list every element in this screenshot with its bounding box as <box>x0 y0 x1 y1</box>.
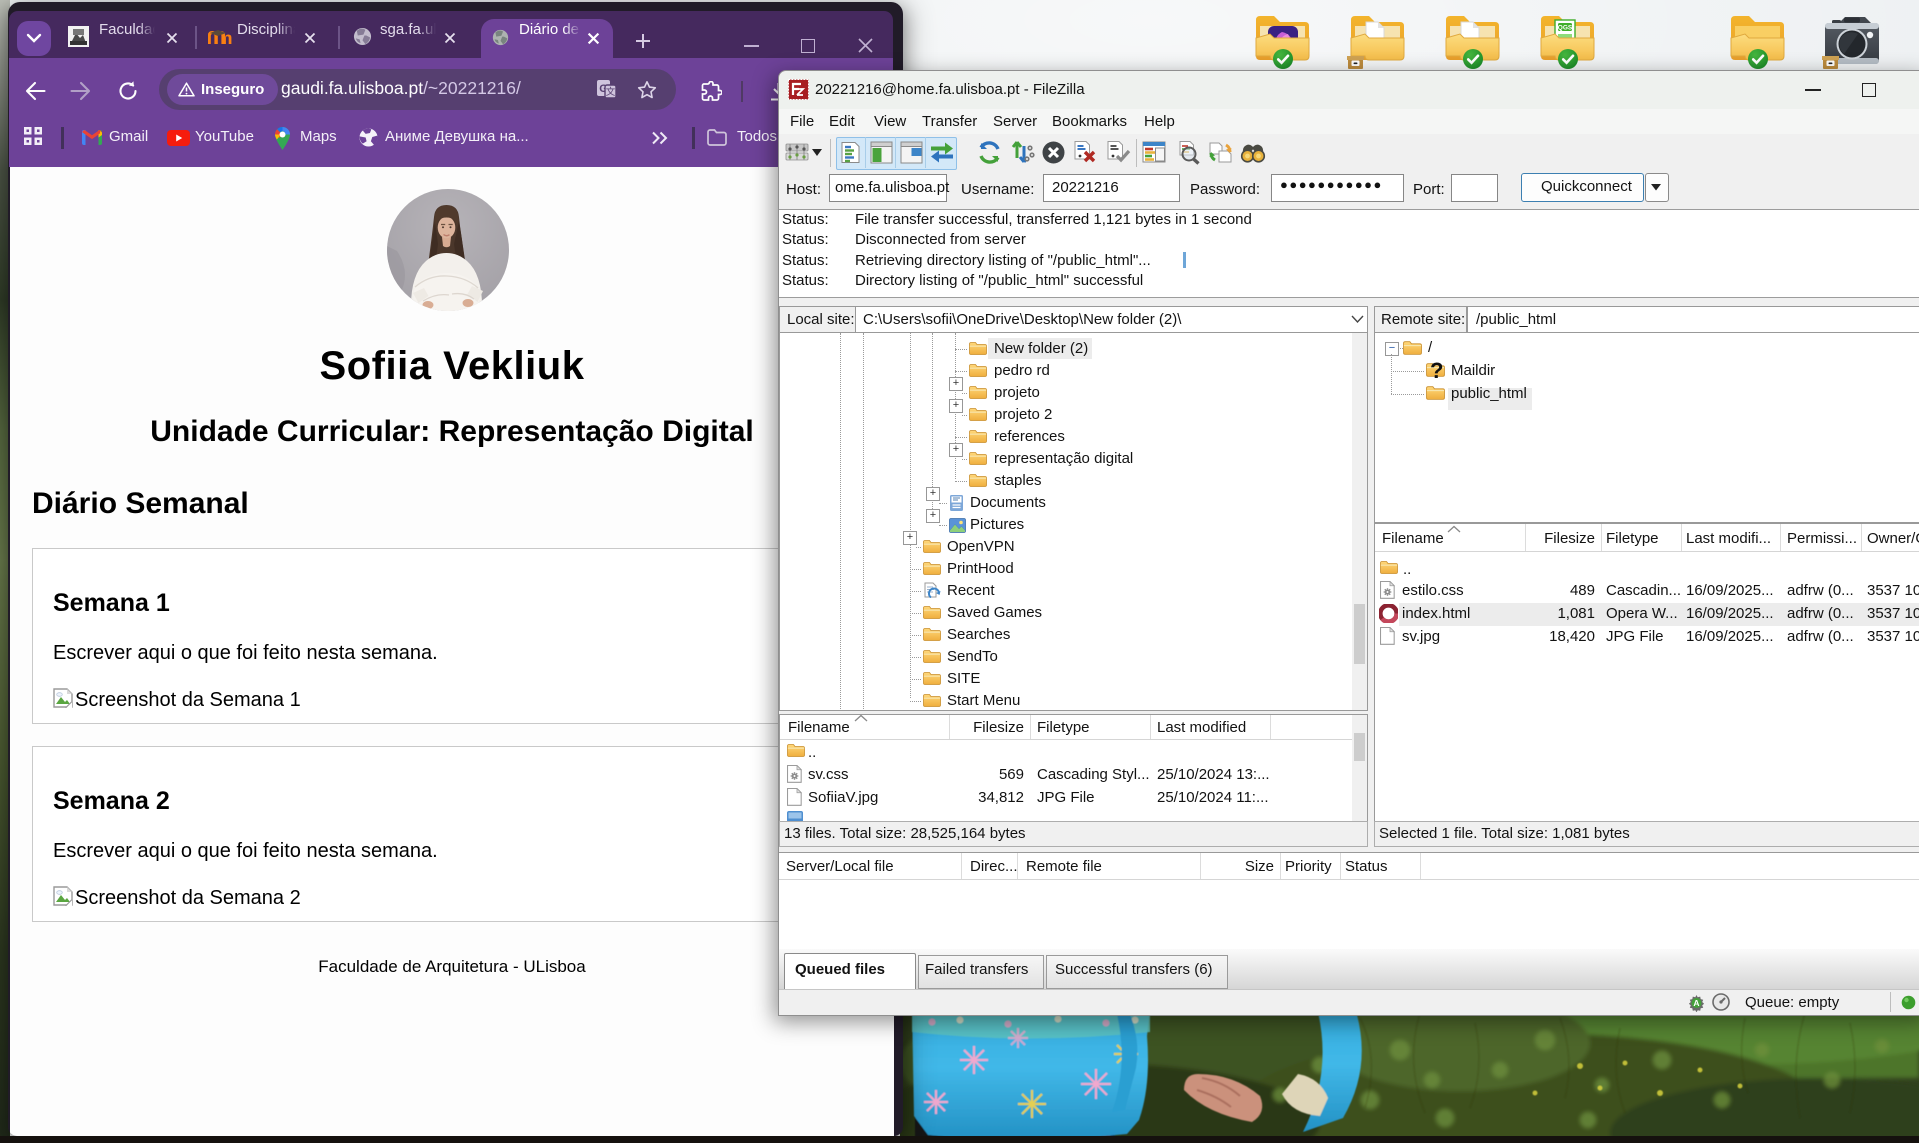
svg-text:QGS: QGS <box>1558 25 1573 32</box>
svg-text:文: 文 <box>606 86 616 98</box>
svg-text:A: A <box>1693 998 1699 1008</box>
